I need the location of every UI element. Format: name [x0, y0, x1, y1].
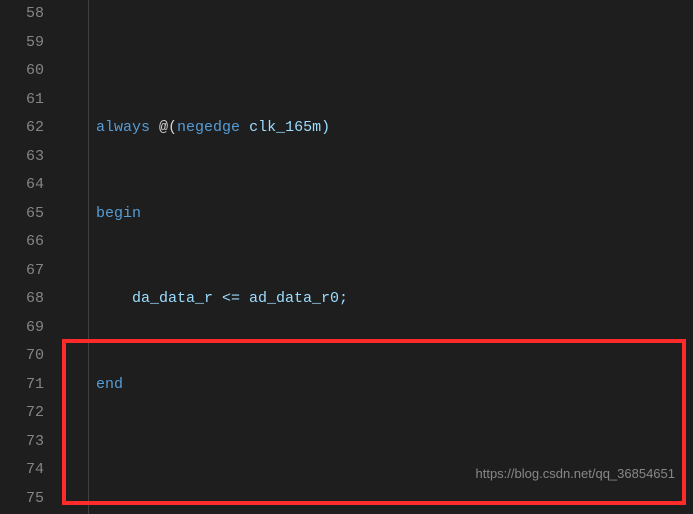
line-number: 74 — [8, 456, 44, 485]
line-number: 60 — [8, 57, 44, 86]
line-number: 72 — [8, 399, 44, 428]
line-number: 70 — [8, 342, 44, 371]
code-line — [60, 456, 693, 485]
code-line: always @(negedge clk_165m) — [60, 114, 693, 143]
code-editor: 58 59 60 61 62 63 64 65 66 67 68 69 70 7… — [0, 0, 693, 514]
line-number: 69 — [8, 314, 44, 343]
line-number: 64 — [8, 171, 44, 200]
line-number: 66 — [8, 228, 44, 257]
line-number: 58 — [8, 0, 44, 29]
line-number: 73 — [8, 428, 44, 457]
indent-guide — [88, 0, 89, 514]
code-line: end — [60, 371, 693, 400]
line-number: 71 — [8, 371, 44, 400]
line-number: 67 — [8, 257, 44, 286]
code-area[interactable]: always @(negedge clk_165m) begin da_data… — [56, 0, 693, 514]
line-number: 75 — [8, 485, 44, 514]
line-number-gutter: 58 59 60 61 62 63 64 65 66 67 68 69 70 7… — [0, 0, 56, 514]
line-number: 62 — [8, 114, 44, 143]
line-number: 61 — [8, 86, 44, 115]
line-number: 68 — [8, 285, 44, 314]
line-number: 59 — [8, 29, 44, 58]
code-line: begin — [60, 200, 693, 229]
line-number: 63 — [8, 143, 44, 172]
code-line: da_data_r <= ad_data_r0; — [60, 285, 693, 314]
line-number: 65 — [8, 200, 44, 229]
